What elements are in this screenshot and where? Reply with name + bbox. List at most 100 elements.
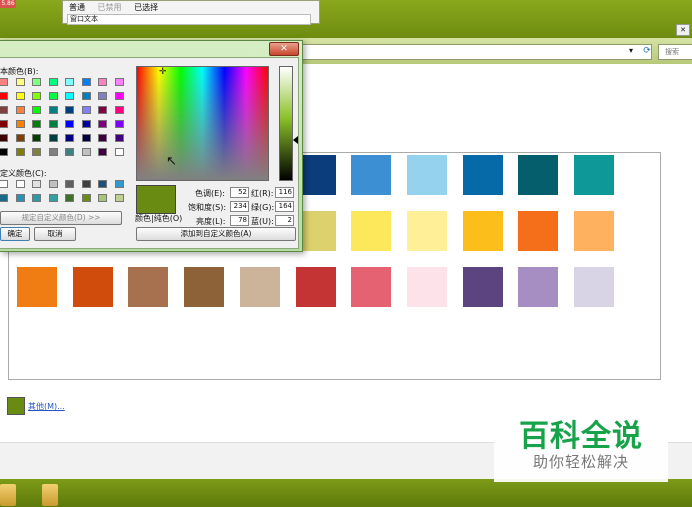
color-swatch[interactable]	[72, 267, 113, 307]
color-swatch[interactable]	[406, 267, 447, 307]
basic-color-cell[interactable]	[32, 148, 41, 156]
custom-color-cell[interactable]	[32, 194, 41, 202]
basic-color-cell[interactable]	[114, 92, 124, 100]
slider-arrow-icon[interactable]	[293, 136, 298, 144]
green-field[interactable]: 164	[275, 201, 294, 212]
custom-color-cell[interactable]	[0, 180, 8, 188]
color-swatch[interactable]	[351, 211, 392, 251]
red-field[interactable]: 116	[275, 187, 294, 198]
basic-color-cell[interactable]	[98, 106, 107, 114]
custom-color-cell[interactable]	[81, 180, 91, 188]
custom-color-cell[interactable]	[32, 180, 41, 188]
basic-color-cell[interactable]	[65, 92, 74, 100]
basic-color-cell[interactable]	[81, 106, 91, 114]
basic-color-cell[interactable]	[48, 148, 58, 156]
define-custom-colors-button[interactable]: 规定自定义颜色(D) >>	[0, 211, 122, 225]
color-swatch[interactable]	[17, 267, 57, 307]
basic-color-cell[interactable]	[81, 78, 91, 86]
custom-color-cell[interactable]	[15, 194, 25, 202]
folder-icon[interactable]	[42, 484, 58, 506]
basic-color-cell[interactable]	[48, 92, 58, 100]
color-swatch[interactable]	[518, 267, 559, 307]
option-disabled[interactable]: 已禁用	[98, 3, 122, 12]
basic-color-cell[interactable]	[81, 134, 91, 142]
custom-color-cell[interactable]	[98, 180, 107, 188]
custom-color-cell[interactable]	[48, 194, 58, 202]
luminance-slider[interactable]	[279, 66, 293, 181]
basic-color-cell[interactable]	[15, 120, 25, 128]
color-swatch[interactable]	[574, 155, 614, 195]
option-selected[interactable]: 已选择	[134, 3, 158, 12]
color-swatch[interactable]	[518, 211, 559, 251]
color-swatch[interactable]	[406, 211, 447, 251]
basic-color-cell[interactable]	[0, 78, 8, 86]
basic-color-cell[interactable]	[32, 134, 41, 142]
color-swatch[interactable]	[574, 267, 614, 307]
hue-field[interactable]: 52	[230, 187, 249, 198]
search-input[interactable]: 搜索	[658, 44, 692, 60]
close-icon[interactable]: ✕	[676, 24, 690, 36]
basic-color-cell[interactable]	[81, 92, 91, 100]
basic-color-cell[interactable]	[15, 78, 25, 86]
basic-color-cell[interactable]	[48, 106, 58, 114]
basic-color-cell[interactable]	[15, 134, 25, 142]
saturation-field[interactable]: 234	[230, 201, 249, 212]
basic-color-cell[interactable]	[15, 92, 25, 100]
color-swatch[interactable]	[574, 211, 614, 251]
basic-color-cell[interactable]	[98, 78, 107, 86]
other-colors-link[interactable]: 其他(M)...	[28, 401, 65, 412]
basic-color-cell[interactable]	[32, 92, 41, 100]
basic-color-cell[interactable]	[81, 120, 91, 128]
color-swatch[interactable]	[239, 267, 280, 307]
luminance-field[interactable]: 78	[230, 215, 249, 226]
basic-color-cell[interactable]	[48, 120, 58, 128]
basic-color-cell[interactable]	[15, 148, 25, 156]
basic-color-cell[interactable]	[98, 92, 107, 100]
current-color-swatch[interactable]	[7, 397, 25, 415]
color-spectrum[interactable]	[136, 66, 269, 181]
basic-color-cell[interactable]	[98, 134, 107, 142]
color-swatch[interactable]	[128, 267, 169, 307]
basic-color-cell[interactable]	[114, 134, 124, 142]
basic-color-cell[interactable]	[65, 120, 74, 128]
custom-color-cell[interactable]	[65, 180, 74, 188]
option-normal[interactable]: 普通	[69, 3, 85, 12]
basic-color-cell[interactable]	[32, 78, 41, 86]
color-swatch[interactable]	[351, 155, 392, 195]
close-icon[interactable]: ✕	[269, 42, 299, 56]
custom-color-cell[interactable]	[48, 180, 58, 188]
basic-color-cell[interactable]	[114, 106, 124, 114]
basic-color-cell[interactable]	[65, 78, 74, 86]
custom-color-cell[interactable]	[114, 194, 124, 202]
basic-color-cell[interactable]	[48, 78, 58, 86]
basic-color-cell[interactable]	[32, 106, 41, 114]
basic-color-cell[interactable]	[98, 120, 107, 128]
chevron-down-icon[interactable]: ▾	[626, 45, 636, 57]
basic-color-cell[interactable]	[81, 148, 91, 156]
blue-field[interactable]: 2	[275, 215, 294, 226]
basic-color-cell[interactable]	[15, 106, 25, 114]
custom-color-cell[interactable]	[65, 194, 74, 202]
custom-color-cell[interactable]	[0, 194, 8, 202]
add-to-custom-colors-button[interactable]: 添加到自定义颜色(A)	[136, 227, 296, 241]
basic-color-cell[interactable]	[0, 148, 8, 156]
cancel-button[interactable]: 取消	[34, 227, 76, 241]
basic-color-cell[interactable]	[98, 148, 107, 156]
basic-color-cell[interactable]	[0, 120, 8, 128]
address-bar[interactable]	[300, 44, 652, 60]
basic-color-cell[interactable]	[0, 106, 8, 114]
basic-color-cell[interactable]	[48, 134, 58, 142]
color-swatch[interactable]	[518, 155, 559, 195]
basic-color-cell[interactable]	[65, 148, 74, 156]
basic-color-cell[interactable]	[32, 120, 41, 128]
basic-color-cell[interactable]	[114, 78, 124, 86]
custom-color-cell[interactable]	[114, 180, 124, 188]
color-swatch[interactable]	[462, 155, 503, 195]
folder-icon[interactable]	[0, 484, 16, 506]
color-swatch[interactable]	[184, 267, 225, 307]
basic-color-cell[interactable]	[0, 134, 8, 142]
color-swatch[interactable]	[462, 267, 503, 307]
color-swatch[interactable]	[462, 211, 503, 251]
basic-color-cell[interactable]	[114, 148, 124, 156]
color-swatch[interactable]	[406, 155, 447, 195]
